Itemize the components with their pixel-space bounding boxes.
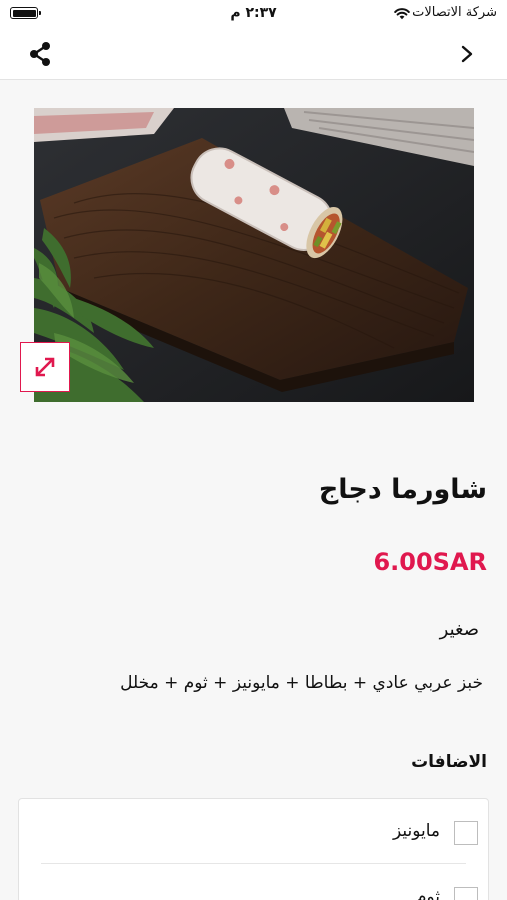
- product-price: 6.00SAR: [373, 548, 487, 576]
- product-description: خبز عربي عادي + بطاطا + مايونيز + ثوم + …: [120, 673, 483, 693]
- navigation-bar: [0, 28, 507, 80]
- addon-label: ثوم: [415, 887, 440, 900]
- addons-list: مايونيز ثوم: [18, 798, 489, 900]
- back-chevron-icon[interactable]: [457, 42, 477, 66]
- addon-checkbox[interactable]: [454, 887, 478, 900]
- expand-image-button[interactable]: [20, 342, 70, 392]
- status-bar: ٢:٣٧ م شركة الاتصالات: [0, 0, 507, 28]
- divider: [41, 863, 466, 864]
- addon-option-mayonnaise[interactable]: مايونيز: [19, 799, 488, 861]
- product-image: [34, 108, 474, 402]
- addon-checkbox[interactable]: [454, 821, 478, 845]
- addon-label: مايونيز: [392, 821, 440, 841]
- product-title: شاورما دجاج: [318, 474, 487, 505]
- share-icon[interactable]: [26, 40, 54, 68]
- product-size: صغير: [439, 619, 479, 640]
- expand-icon: [35, 357, 55, 377]
- carrier-name: شركة الاتصالات: [412, 5, 497, 20]
- addon-option-garlic[interactable]: ثوم: [19, 865, 488, 900]
- addons-heading: الاضافات: [411, 752, 487, 772]
- wifi-icon: [394, 8, 410, 20]
